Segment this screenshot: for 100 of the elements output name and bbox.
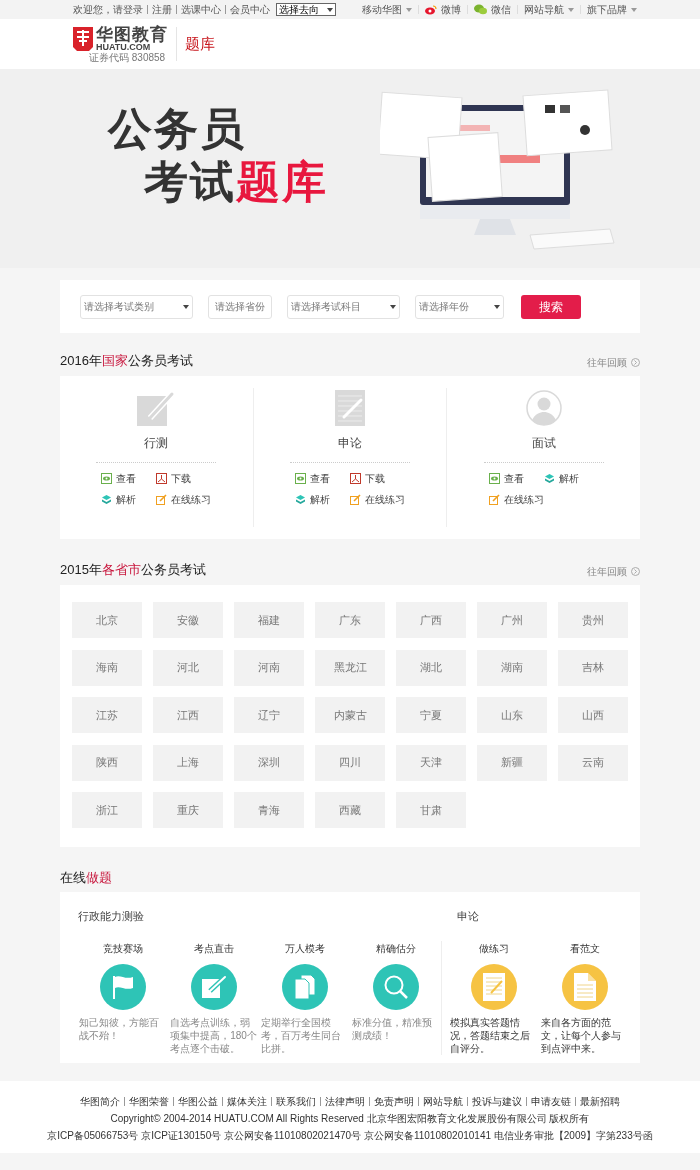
region-tile[interactable]: 广西 [396,602,466,638]
footer-link[interactable]: 联系我们 [276,1094,316,1108]
feature-description: 定期举行全国模考，百万考生同台比拼。 [260,1015,342,1055]
top-link[interactable]: 移动华图 [362,2,402,17]
region-tile[interactable]: 安徽 [153,602,223,638]
region-tile[interactable]: 山西 [558,697,628,733]
feature-title: 精确估分 [375,941,416,956]
footer-link[interactable]: 免责声明 [374,1094,414,1108]
exam-link[interactable]: 解析 [543,471,599,486]
select-field[interactable]: 请选择年份 [415,294,504,319]
exam-link[interactable]: 下载 [156,471,212,486]
footer-link[interactable]: 网站导航 [423,1094,463,1108]
chat-icon [474,4,487,15]
feature-description: 自选考点训练，弱项集中提高，180个考点逐个击破。 [170,1015,258,1055]
exam-title: 面试 [531,435,556,452]
feature-description: 来自各方面的范文，让每个人参与到点评中来。 [540,1015,622,1055]
feature-title: 看范文 [569,941,600,956]
top-link[interactable]: 欢迎您，请登录 [73,2,143,17]
region-tile[interactable]: 黑龙江 [315,649,385,686]
region-tile[interactable]: 辽宁 [234,697,304,733]
region-tile[interactable]: 重庆 [153,792,223,828]
footer-link[interactable]: 投诉与建议 [472,1094,522,1108]
top-link[interactable]: 选课中心 [181,2,221,17]
footer-link[interactable]: 媒体关注 [227,1094,267,1108]
layers-icon [295,494,306,505]
region-tile[interactable]: 天津 [396,744,466,781]
pdf-icon [350,473,361,484]
feature-title: 做练习 [478,941,509,956]
caret-icon [494,304,500,309]
eye-icon [101,473,113,484]
top-link[interactable]: 微信 [491,2,511,17]
feature-description: 知己知彼，方能百战不殆！ [79,1015,161,1042]
region-tile[interactable]: 湖南 [477,649,547,686]
region-tile[interactable]: 内蒙古 [315,697,385,733]
pencil-icon [350,494,361,505]
exam-title: 申论 [338,435,362,452]
region-tile[interactable]: 海南 [72,649,142,686]
document-icon [573,972,596,1001]
province-select[interactable]: 请选择省份 [208,294,272,319]
history-link[interactable]: 往年回顾 [587,564,640,579]
top-link[interactable]: 微博 [441,2,461,17]
top-link[interactable]: 网站导航 [524,2,564,17]
pdf-icon [156,473,168,484]
eye-icon [295,473,306,484]
caret-icon [183,304,189,309]
region-tile[interactable]: 云南 [558,744,628,781]
region-tile[interactable]: 福建 [234,602,304,638]
exam-link[interactable]: 查看 [295,471,350,486]
eye-icon [488,473,500,484]
region-tile[interactable]: 深圳 [234,744,304,781]
layers-icon [101,494,113,505]
footer-link[interactable]: 华图荣誉 [129,1094,169,1108]
banner-title: 公务员 [108,103,247,155]
exam-link[interactable]: 在线练习 [350,492,405,507]
select-field[interactable]: 请选择考试类别 [80,294,193,319]
region-tile[interactable]: 广州 [477,602,547,638]
feature-title: 万人模考 [284,941,325,956]
top-link[interactable]: 会员中心 [230,2,270,17]
history-link[interactable]: 往年回顾 [587,355,640,370]
footer-link[interactable]: 申请友链 [531,1094,571,1108]
pencil-icon [488,494,500,505]
region-tile[interactable]: 浙江 [72,792,142,828]
region-tile[interactable]: 江苏 [72,697,142,733]
footer-link[interactable]: 华图公益 [178,1094,218,1108]
files-icon [293,973,316,1000]
region-tile[interactable]: 吉林 [558,649,628,686]
exam-link[interactable]: 在线练习 [156,492,212,507]
region-tile[interactable]: 甘肃 [396,792,466,828]
exam-link[interactable]: 解析 [295,492,350,507]
footer-link[interactable]: 最新招聘 [580,1094,620,1108]
section-title: 题库 [185,33,215,54]
region-tile[interactable]: 宁夏 [396,697,466,733]
footer-link[interactable]: 华图简介 [80,1094,120,1108]
region-tile[interactable]: 广东 [315,602,385,638]
exam-link[interactable]: 在线练习 [488,492,544,507]
exam-link[interactable]: 解析 [101,492,157,507]
region-tile[interactable]: 陕西 [72,744,142,781]
search-button[interactable]: 搜索 [521,294,581,319]
exam-link[interactable]: 查看 [488,471,544,486]
region-tile[interactable]: 河北 [153,649,223,686]
region-tile[interactable]: 新疆 [477,744,547,781]
top-link[interactable]: 注册 [152,2,172,17]
select-field[interactable]: 请选择考试科目 [287,294,400,319]
top-link[interactable]: 旗下品牌 [587,2,627,17]
region-tile[interactable]: 湖北 [396,649,466,686]
region-tile[interactable]: 江西 [153,697,223,733]
region-tile[interactable]: 北京 [72,602,142,638]
region-tile[interactable]: 西藏 [315,792,385,828]
region-tile[interactable]: 四川 [315,744,385,781]
region-tile[interactable]: 山东 [477,697,547,733]
weibo-icon [425,4,437,15]
footer-link[interactable]: 法律声明 [325,1094,365,1108]
edit-icon [201,974,228,999]
exam-link[interactable]: 下载 [350,471,405,486]
exam-link[interactable]: 查看 [101,471,157,486]
region-tile[interactable]: 上海 [153,744,223,781]
region-tile[interactable]: 河南 [234,649,304,686]
direction-select[interactable]: 选择去向 [276,3,336,16]
region-tile[interactable]: 青海 [234,792,304,828]
region-tile[interactable]: 贵州 [558,602,628,638]
